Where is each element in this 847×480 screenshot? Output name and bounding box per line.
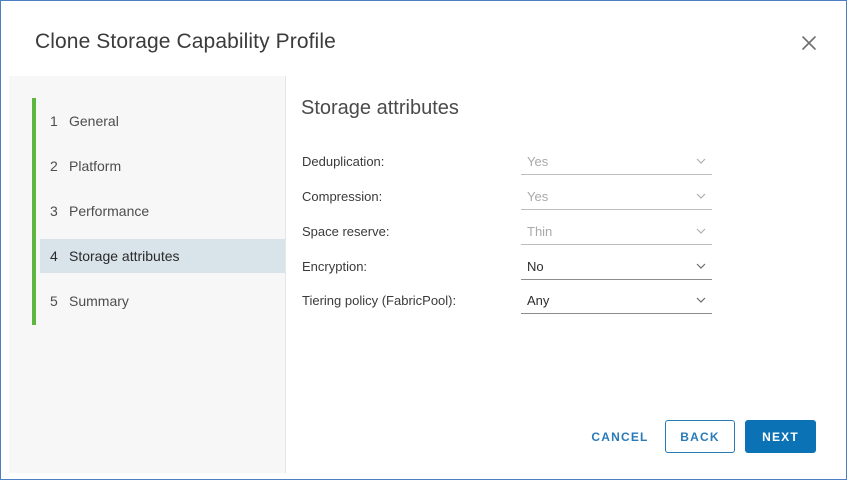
step-summary[interactable]: 5 Summary (40, 284, 285, 318)
chevron-down-icon (696, 228, 706, 234)
step-number: 4 (50, 248, 58, 264)
step-number: 3 (50, 203, 58, 219)
next-button[interactable]: NEXT (745, 420, 816, 453)
field-encryption: Encryption: No (302, 255, 714, 281)
field-label: Encryption: (302, 259, 368, 274)
close-icon (802, 36, 816, 50)
step-label: General (69, 113, 119, 129)
step-number: 1 (50, 113, 58, 129)
step-label: Platform (69, 158, 122, 174)
step-general[interactable]: 1 General (40, 104, 285, 138)
select-value: Yes (527, 154, 549, 169)
step-number: 5 (50, 293, 58, 309)
compression-select[interactable]: Yes (521, 185, 712, 210)
field-compression: Compression: Yes (302, 185, 714, 211)
encryption-select[interactable]: No (521, 255, 712, 280)
select-value: Any (527, 293, 550, 308)
field-deduplication: Deduplication: Yes (302, 150, 714, 176)
field-label: Tiering policy (FabricPool): (302, 293, 457, 308)
chevron-down-icon (696, 297, 706, 303)
select-value: No (527, 259, 544, 274)
back-button[interactable]: BACK (665, 420, 735, 453)
step-storage-attributes[interactable]: 4 Storage attributes (40, 239, 285, 273)
select-value: Thin (527, 224, 553, 239)
step-platform[interactable]: 2 Platform (40, 149, 285, 183)
cancel-button[interactable]: CANCEL (585, 420, 655, 453)
dialog-title: Clone Storage Capability Profile (35, 30, 336, 53)
steps-progress-bar (32, 98, 36, 325)
step-label: Summary (69, 293, 129, 309)
section-title: Storage attributes (301, 97, 459, 119)
step-number: 2 (50, 158, 58, 174)
chevron-down-icon (696, 263, 706, 269)
chevron-down-icon (696, 158, 706, 164)
close-button[interactable] (797, 31, 821, 55)
step-label: Storage attributes (69, 248, 180, 264)
field-label: Deduplication: (302, 154, 385, 169)
wizard-steps: 1 General 2 Platform 3 Performance 4 Storage… (9, 76, 286, 473)
field-label: Compression: (302, 189, 383, 204)
field-space-reserve: Space reserve: Thin (302, 220, 714, 246)
field-label: Space reserve: (302, 224, 390, 239)
tiering-policy-select[interactable]: Any (521, 289, 712, 314)
field-tiering-policy: Tiering policy (FabricPool): Any (302, 289, 714, 315)
chevron-down-icon (696, 193, 706, 199)
clone-profile-dialog: Clone Storage Capability Profile 1 Genera… (0, 0, 847, 480)
step-performance[interactable]: 3 Performance (40, 194, 285, 228)
deduplication-select[interactable]: Yes (521, 150, 712, 175)
select-value: Yes (527, 189, 549, 204)
step-label: Performance (69, 203, 150, 219)
space-reserve-select[interactable]: Thin (521, 220, 712, 245)
